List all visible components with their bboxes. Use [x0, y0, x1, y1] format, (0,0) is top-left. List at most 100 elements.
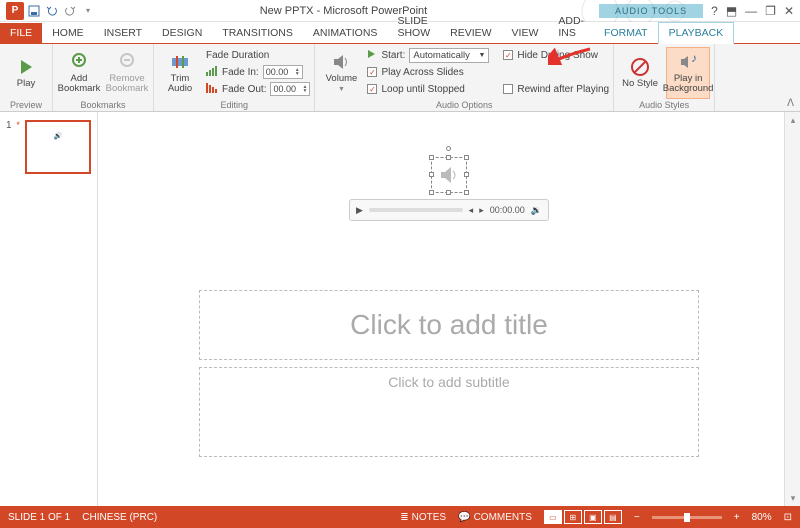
no-style-label: No Style — [622, 79, 658, 89]
fit-window-button[interactable]: ⊡ — [784, 512, 792, 523]
fade-duration-label: Fade Duration — [206, 50, 269, 61]
group-preview: Play Preview — [0, 44, 53, 111]
player-volume-icon[interactable]: 🔉 — [531, 205, 542, 216]
restore-icon[interactable]: ❐ — [765, 4, 776, 18]
title-placeholder[interactable]: Click to add title — [199, 290, 699, 360]
scroll-down-icon[interactable]: ▾ — [785, 490, 800, 506]
zoom-in-button[interactable]: + — [734, 512, 740, 523]
group-audio-options-label: Audio Options — [319, 99, 609, 111]
player-fwd-icon[interactable]: ▸ — [479, 205, 484, 216]
tab-file[interactable]: FILE — [0, 23, 42, 43]
tab-insert[interactable]: INSERT — [94, 23, 152, 43]
save-icon[interactable] — [26, 3, 42, 19]
tab-addins[interactable]: ADD-INS — [548, 11, 594, 43]
fade-in-label: Fade In: — [222, 67, 259, 78]
no-style-button[interactable]: No Style — [618, 47, 662, 99]
fade-out-label: Fade Out: — [222, 84, 266, 95]
tab-animations[interactable]: ANIMATIONS — [303, 23, 388, 43]
vertical-scrollbar[interactable]: ▴ ▾ — [784, 112, 800, 506]
tab-playback[interactable]: PLAYBACK — [658, 22, 735, 44]
tab-home[interactable]: HOME — [42, 23, 94, 43]
collapse-ribbon-icon[interactable]: ᐱ — [787, 98, 794, 109]
ribbon-display-icon[interactable]: ⬒ — [726, 4, 737, 18]
minimize-icon[interactable]: — — [745, 4, 757, 18]
fade-in-icon — [206, 66, 218, 79]
fade-out-icon — [206, 83, 218, 96]
trim-audio-button[interactable]: Trim Audio — [158, 47, 202, 99]
play-background-icon: ♪ — [678, 52, 698, 72]
window-title: New PPTX - Microsoft PowerPoint — [96, 5, 591, 17]
thumb-preview[interactable]: 🔊 — [25, 120, 91, 174]
zoom-level[interactable]: 80% — [752, 512, 772, 523]
player-track[interactable] — [369, 208, 463, 212]
subtitle-placeholder[interactable]: Click to add subtitle — [199, 367, 699, 457]
play-icon — [16, 57, 36, 77]
audio-player[interactable]: ▶ ◂ ▸ 00:00.00 🔉 — [349, 199, 549, 221]
ribbon-tabs: FILE HOME INSERT DESIGN TRANSITIONS ANIM… — [0, 22, 800, 44]
thumb-animation-indicator: * — [16, 120, 21, 130]
start-icon — [367, 49, 377, 62]
thumb-audio-icon: 🔊 — [54, 132, 63, 140]
thumb-number: 1 — [6, 120, 13, 131]
tab-review[interactable]: REVIEW — [440, 23, 501, 43]
play-background-button[interactable]: ♪ Play in Background — [666, 47, 710, 99]
trim-label: Trim Audio — [158, 74, 202, 95]
group-bookmarks: Add Bookmark Remove Bookmark Bookmarks — [53, 44, 154, 111]
tab-slideshow[interactable]: SLIDE SHOW — [387, 11, 440, 43]
tab-transitions[interactable]: TRANSITIONS — [212, 23, 303, 43]
remove-bookmark-label: Remove Bookmark — [105, 74, 149, 95]
slide-canvas[interactable]: ▶ ◂ ▸ 00:00.00 🔉 Click to add title Clic… — [98, 112, 800, 506]
volume-button[interactable]: Volume ▼ — [319, 47, 363, 99]
reading-view-button[interactable]: ▣ — [584, 510, 602, 524]
zoom-out-button[interactable]: − — [634, 512, 640, 523]
player-play-icon[interactable]: ▶ — [356, 205, 363, 216]
notes-button[interactable]: ≣NOTES — [400, 512, 446, 523]
fade-in-input[interactable]: 00.00▲▼ — [263, 65, 303, 79]
add-bookmark-button[interactable]: Add Bookmark — [57, 47, 101, 99]
volume-label: Volume — [326, 74, 358, 84]
add-bookmark-label: Add Bookmark — [57, 74, 101, 95]
thumbnail-item[interactable]: 1 * 🔊 — [6, 120, 91, 174]
group-bookmarks-label: Bookmarks — [57, 99, 149, 111]
sorter-view-button[interactable]: ⊞ — [564, 510, 582, 524]
hide-checkbox[interactable]: ✓ — [503, 50, 513, 60]
play-background-label: Play in Background — [663, 74, 714, 95]
fade-out-input[interactable]: 00.00▲▼ — [270, 82, 310, 96]
zoom-slider[interactable] — [652, 516, 722, 519]
audio-object[interactable] — [431, 157, 467, 193]
group-editing-label: Editing — [158, 99, 310, 111]
group-preview-label: Preview — [4, 99, 48, 111]
comments-button[interactable]: 💬COMMENTS — [458, 512, 532, 523]
group-audio-options: Volume ▼ Start: Automatically▼ ✓Play Acr… — [315, 44, 614, 111]
add-bookmark-icon — [69, 52, 89, 72]
group-audio-styles-label: Audio Styles — [618, 99, 710, 111]
scroll-up-icon[interactable]: ▴ — [785, 112, 800, 128]
normal-view-button[interactable]: ▭ — [544, 510, 562, 524]
contextual-tab-group: AUDIO TOOLS — [591, 4, 711, 18]
rewind-label: Rewind after Playing — [517, 84, 609, 95]
redo-icon[interactable] — [62, 3, 78, 19]
play-across-checkbox[interactable]: ✓ — [367, 67, 377, 77]
close-icon[interactable]: ✕ — [784, 4, 794, 18]
start-dropdown[interactable]: Automatically▼ — [409, 48, 489, 63]
tab-design[interactable]: DESIGN — [152, 23, 212, 43]
start-label: Start: — [381, 50, 405, 61]
ribbon: Play Preview Add Bookmark Remove Bookmar… — [0, 44, 800, 112]
tab-view[interactable]: VIEW — [502, 23, 549, 43]
play-button[interactable]: Play — [4, 47, 48, 99]
language-indicator[interactable]: CHINESE (PRC) — [82, 512, 157, 523]
undo-icon[interactable] — [44, 3, 60, 19]
remove-bookmark-icon — [117, 52, 137, 72]
help-icon[interactable]: ? — [711, 4, 718, 18]
rewind-checkbox[interactable] — [503, 84, 513, 94]
slideshow-view-button[interactable]: ▤ — [604, 510, 622, 524]
qat-dropdown-icon[interactable]: ▾ — [80, 3, 96, 19]
remove-bookmark-button[interactable]: Remove Bookmark — [105, 47, 149, 99]
loop-checkbox[interactable]: ✓ — [367, 84, 377, 94]
slide-counter[interactable]: SLIDE 1 OF 1 — [8, 512, 70, 523]
app-icon[interactable]: P — [6, 2, 24, 20]
slide-thumbnails-pane[interactable]: 1 * 🔊 — [0, 112, 98, 506]
tab-format[interactable]: FORMAT — [594, 23, 658, 43]
player-back-icon[interactable]: ◂ — [469, 205, 474, 216]
view-buttons: ▭ ⊞ ▣ ▤ — [544, 510, 622, 524]
